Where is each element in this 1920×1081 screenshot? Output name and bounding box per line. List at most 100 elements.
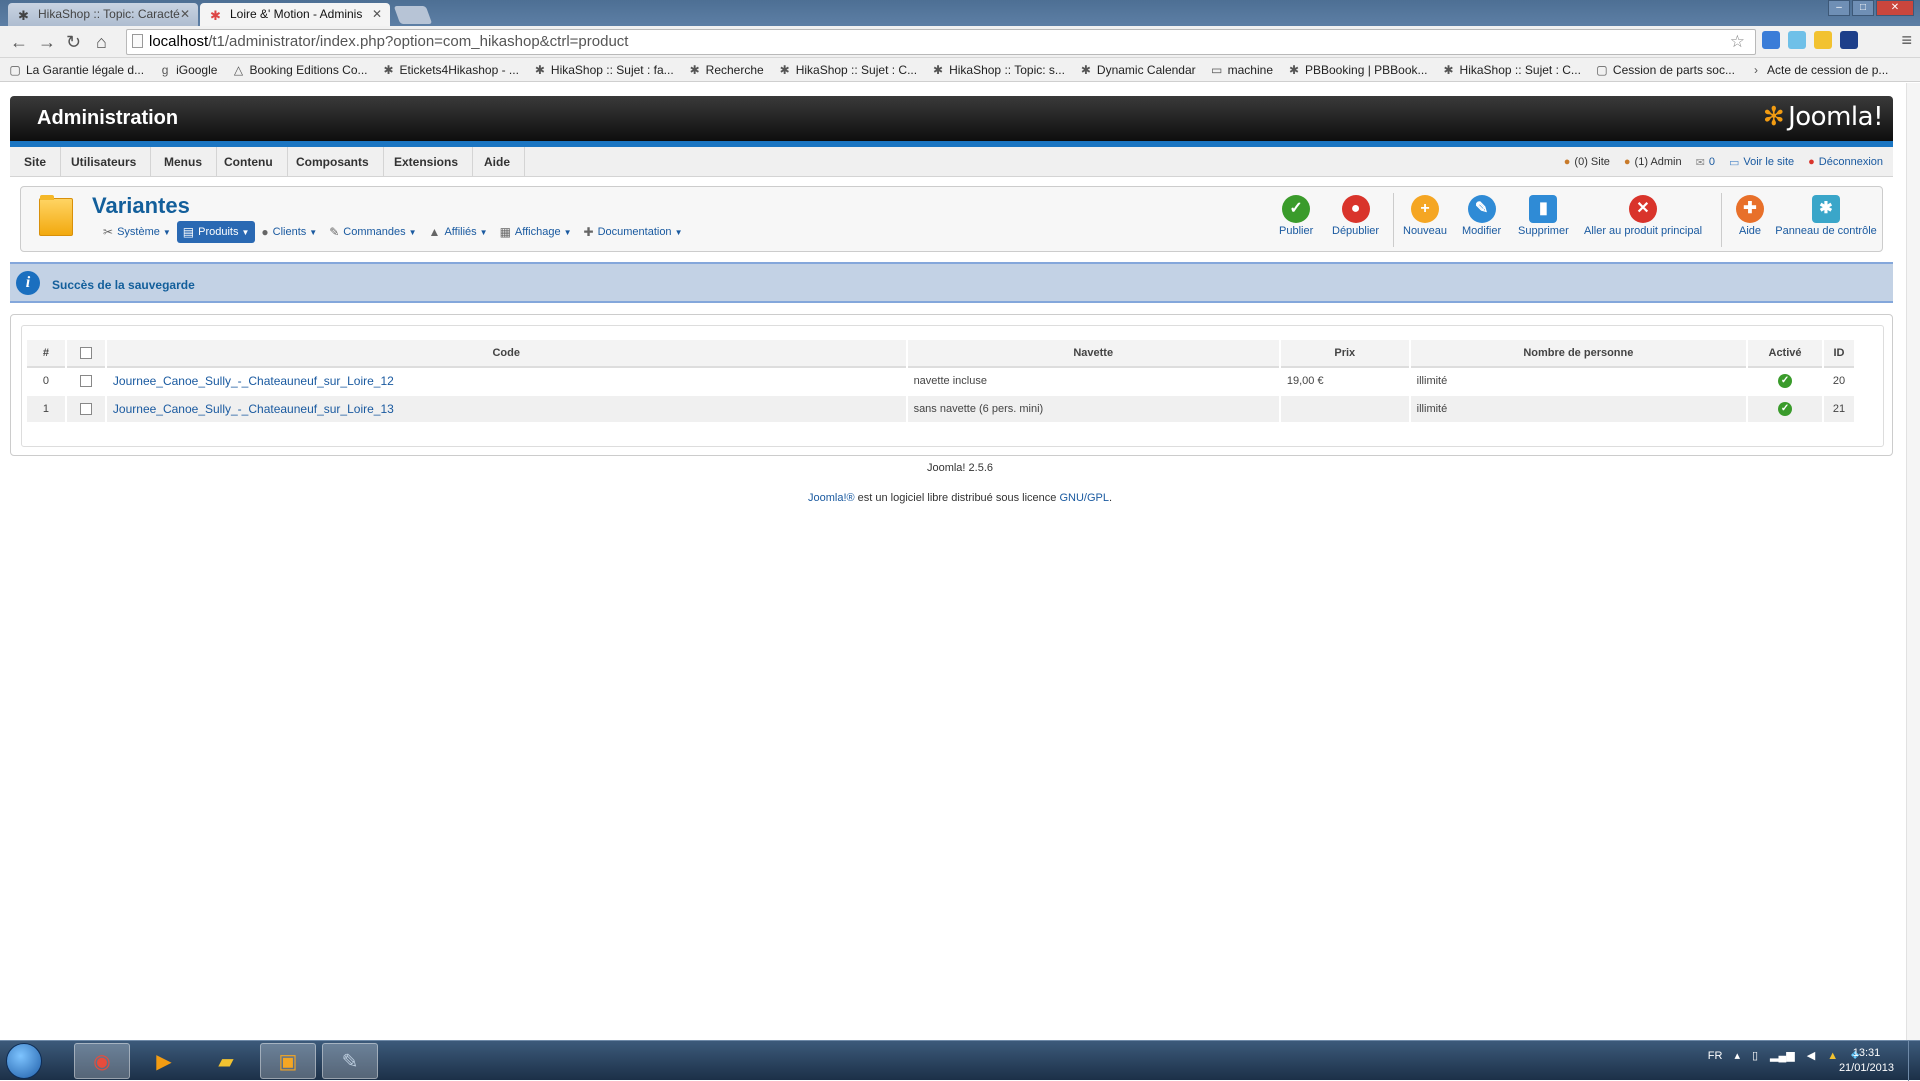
star-icon[interactable]: ☆: [1730, 32, 1745, 52]
new-tab-button[interactable]: [393, 6, 433, 24]
admin-title: Administration: [37, 107, 179, 129]
hikashop-icon: ✱: [1443, 62, 1454, 77]
close-icon[interactable]: ✕: [372, 7, 382, 21]
paint-taskbar-icon[interactable]: ✎: [322, 1043, 378, 1079]
network-icon[interactable]: ▂▄▆: [1770, 1049, 1795, 1062]
extension-icon[interactable]: [1788, 31, 1806, 49]
table-row: 0 Journee_Canoe_Sully_-_Chateauneuf_sur_L…: [27, 368, 1854, 396]
maximize-button[interactable]: □: [1852, 0, 1874, 16]
submenu-lifebuoy[interactable]: ✚ Documentation ▼: [578, 221, 689, 243]
windows-taskbar: ◉ ▶ ▰ ▣ ✎ FR ▴ ▯ ▂▄▆ ◀ ▲ ❖ 13:31 21/01/2…: [0, 1040, 1920, 1081]
bookmark-item[interactable]: g iGoogle: [158, 63, 218, 77]
language-indicator[interactable]: FR: [1708, 1050, 1723, 1062]
submenu-affiliates[interactable]: ▲ Affiliés ▼: [423, 221, 494, 243]
reload-icon[interactable]: ↻: [66, 32, 81, 53]
menu-help[interactable]: Aide: [470, 147, 526, 177]
clock[interactable]: 13:31 21/01/2013: [1839, 1046, 1894, 1076]
delete-button[interactable]: ▮ Supprimer: [1518, 195, 1569, 237]
extension-icon[interactable]: [1814, 31, 1832, 49]
bookmark-item[interactable]: ▢ Cession de parts soc...: [1595, 63, 1735, 77]
volume-icon[interactable]: ◀: [1807, 1049, 1815, 1062]
delete-label: Supprimer: [1518, 225, 1569, 237]
translate-icon[interactable]: [1762, 31, 1780, 49]
col-prix[interactable]: Prix: [1280, 340, 1409, 368]
media-player-taskbar-icon[interactable]: ▶: [136, 1043, 192, 1079]
control-panel-button[interactable]: ✱ Panneau de contrôle: [1773, 195, 1879, 237]
bookmark-item[interactable]: ✱ Recherche: [688, 63, 764, 77]
col-id[interactable]: ID: [1823, 340, 1854, 368]
chevron-up-icon[interactable]: ▴: [1734, 1049, 1740, 1062]
row-personnes: illimité: [1410, 368, 1747, 396]
bookmark-item[interactable]: △ Booking Editions Co...: [231, 63, 368, 77]
bookmark-label: machine: [1227, 62, 1273, 77]
edit-label: Modifier: [1462, 225, 1502, 237]
menu-users[interactable]: Utilisateurs: [57, 147, 152, 177]
col-code[interactable]: Code: [106, 340, 906, 368]
col-active[interactable]: Activé: [1748, 340, 1822, 368]
edit-button[interactable]: ✎ Modifier: [1462, 195, 1501, 237]
page-scrollbar[interactable]: [1906, 83, 1920, 1040]
menu-site[interactable]: Site: [10, 147, 62, 177]
bookmark-item[interactable]: ✱ PBBooking | PBBook...: [1287, 63, 1428, 77]
submenu-orders[interactable]: ✎ Commandes ▼: [323, 221, 422, 243]
published-check-icon[interactable]: ✓: [1778, 402, 1793, 416]
bookmark-item[interactable]: ▢ La Garantie légale d...: [8, 63, 144, 77]
submenu-box[interactable]: ▤ Produits ▼: [176, 221, 256, 243]
bookmark-item[interactable]: ▭ machine: [1210, 63, 1273, 77]
box-icon: ▤: [182, 225, 195, 239]
battery-icon[interactable]: ▯: [1752, 1049, 1758, 1062]
explorer-taskbar-icon[interactable]: ▰: [198, 1043, 254, 1079]
help-button[interactable]: ✚ Aide: [1736, 195, 1764, 237]
browser-tab-admin[interactable]: ✱ Loire &' Motion - Adminis ✕: [200, 3, 390, 26]
page-icon: ▢: [9, 62, 21, 77]
back-icon[interactable]: ←: [10, 32, 28, 53]
published-check-icon[interactable]: ✓: [1778, 374, 1793, 388]
bookmark-item[interactable]: ✱ HikaShop :: Sujet : C...: [1442, 63, 1581, 77]
variant-code-link[interactable]: Journee_Canoe_Sully_-_Chateauneuf_sur_Lo…: [113, 402, 394, 416]
submenu-users[interactable]: ● Clients ▼: [255, 221, 323, 243]
menu-menus[interactable]: Menus: [150, 147, 218, 177]
variant-code-link[interactable]: Journee_Canoe_Sully_-_Chateauneuf_sur_Lo…: [113, 374, 394, 388]
start-button[interactable]: [6, 1043, 42, 1079]
menu-components[interactable]: Composants: [282, 147, 384, 177]
extension-icon[interactable]: [1840, 31, 1858, 49]
row-checkbox[interactable]: [79, 375, 92, 388]
address-bar[interactable]: localhost/t1/administrator/index.php?opt…: [126, 29, 1756, 55]
page-title: Variantes: [92, 193, 190, 218]
joomla-link[interactable]: Joomla!®: [808, 492, 855, 504]
close-icon[interactable]: ✕: [180, 7, 190, 21]
show-desktop-button[interactable]: [1908, 1041, 1920, 1081]
gpl-link[interactable]: GNU/GPL: [1059, 492, 1109, 504]
new-button[interactable]: + Nouveau: [1403, 195, 1447, 237]
publish-button[interactable]: ✓ Publier: [1279, 195, 1313, 237]
window-close-button[interactable]: ✕: [1876, 0, 1914, 16]
bookmark-item[interactable]: ✱ HikaShop :: Topic: s...: [931, 63, 1065, 77]
bookmark-item[interactable]: ✱ HikaShop :: Sujet : C...: [778, 63, 917, 77]
menu-icon[interactable]: ≡: [1901, 30, 1912, 51]
logout-link[interactable]: ● Déconnexion: [1808, 156, 1883, 168]
chrome-taskbar-icon[interactable]: ◉: [74, 1043, 130, 1079]
bookmark-item[interactable]: ✱ HikaShop :: Sujet : fa...: [533, 63, 674, 77]
bookmark-item[interactable]: ✱ Dynamic Calendar: [1079, 63, 1196, 77]
messages-count[interactable]: ✉ 0: [1696, 156, 1715, 169]
select-all-checkbox[interactable]: [79, 347, 92, 360]
home-icon[interactable]: ⌂: [96, 32, 107, 53]
menu-content[interactable]: Contenu: [210, 147, 288, 177]
bookmark-item[interactable]: › Acte de cession de p...: [1749, 63, 1888, 77]
col-navette[interactable]: Navette: [907, 340, 1279, 368]
main-product-button[interactable]: ✕ Aller au produit principal: [1584, 195, 1702, 237]
unpublish-button[interactable]: ● Dépublier: [1332, 195, 1379, 237]
submenu-display[interactable]: ▦ Affichage ▼: [494, 221, 578, 243]
drive-icon[interactable]: ▲: [1827, 1050, 1838, 1062]
col-personnes[interactable]: Nombre de personne: [1410, 340, 1747, 368]
menu-extensions[interactable]: Extensions: [380, 147, 474, 177]
minimize-button[interactable]: ‒: [1828, 0, 1850, 16]
bookmark-item[interactable]: ✱ Etickets4Hikashop - ...: [382, 63, 519, 77]
submenu-tools[interactable]: ✂ Système ▼: [97, 221, 177, 243]
outlook-taskbar-icon[interactable]: ▣: [260, 1043, 316, 1079]
row-checkbox[interactable]: [79, 403, 92, 416]
browser-tab-hikashop[interactable]: ✱ HikaShop :: Topic: Caracté ✕: [8, 3, 198, 26]
forward-icon[interactable]: →: [38, 32, 56, 53]
extension-icons: [1762, 31, 1858, 49]
view-site-link[interactable]: ▭ Voir le site: [1729, 156, 1794, 169]
